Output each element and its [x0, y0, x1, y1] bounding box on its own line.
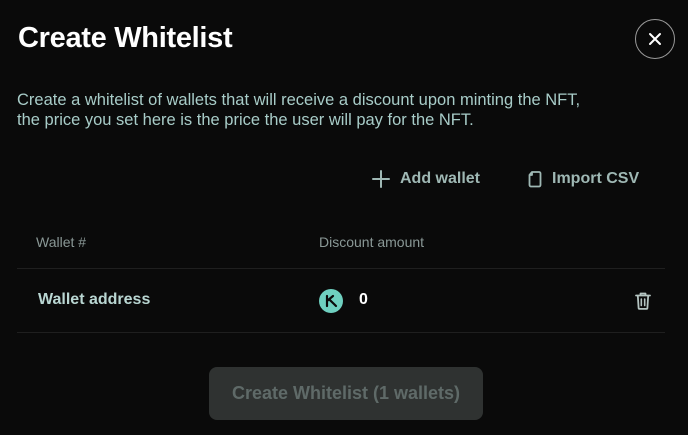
trash-icon — [635, 292, 651, 310]
description-line-2: the price you set here is the price the … — [17, 111, 474, 129]
import-csv-button[interactable]: Import CSV — [527, 166, 639, 192]
column-header-wallet: Wallet # — [36, 234, 87, 250]
import-csv-label: Import CSV — [552, 170, 640, 187]
add-wallet-button[interactable]: Add wallet — [371, 166, 480, 192]
wallet-address-cell[interactable]: Wallet address — [38, 291, 150, 309]
delete-row-button[interactable] — [634, 291, 652, 311]
file-icon — [528, 171, 542, 188]
table-header: Wallet # Discount amount — [17, 233, 665, 269]
close-button[interactable] — [635, 19, 675, 59]
modal-title: Create Whitelist — [18, 22, 233, 54]
close-icon — [649, 33, 661, 45]
plus-icon — [372, 170, 390, 188]
table-row: Wallet address 0 — [17, 269, 665, 333]
discount-amount-cell[interactable]: 0 — [359, 291, 368, 309]
description-line-1: Create a whitelist of wallets that will … — [17, 91, 581, 109]
create-whitelist-button[interactable]: Create Whitelist (1 wallets) — [209, 367, 483, 420]
token-icon — [319, 289, 343, 313]
add-wallet-label: Add wallet — [400, 170, 481, 187]
create-whitelist-modal: Create Whitelist Create a whitelist of w… — [0, 0, 688, 435]
table-actions: Add wallet Import CSV — [0, 166, 688, 192]
column-header-discount: Discount amount — [319, 234, 425, 250]
modal-description: Create a whitelist of wallets that will … — [17, 90, 677, 130]
